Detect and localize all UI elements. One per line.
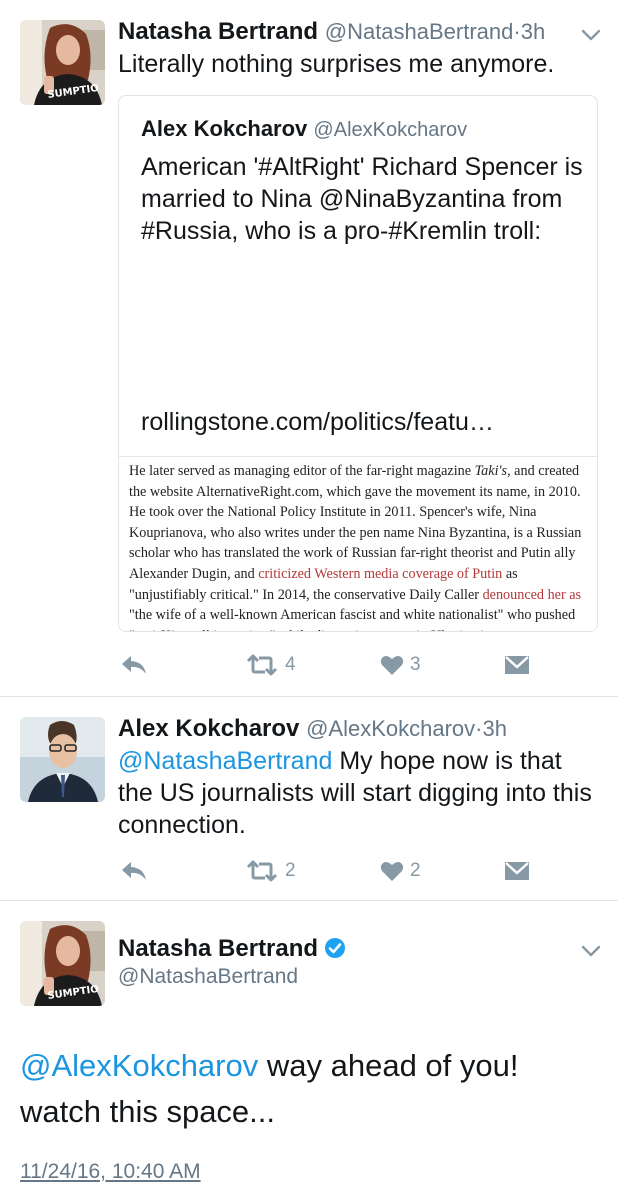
retweet-icon <box>246 654 278 676</box>
tweet-time[interactable]: 3h <box>521 19 545 44</box>
envelope-icon <box>505 862 529 880</box>
verified-badge-icon <box>325 938 346 958</box>
article-screenshot-image[interactable]: He later served as managing editor of th… <box>119 456 597 631</box>
retweet-button[interactable]: 2 <box>245 856 296 886</box>
tweet-1[interactable]: SUMPTIO Natasha Bertrand @NatashaBertran… <box>0 0 618 696</box>
heart-icon <box>380 655 404 675</box>
author-name[interactable]: Natasha Bertrand @NatashaBertrand·3h <box>118 18 545 46</box>
author-name-text[interactable]: Natasha Bertrand <box>118 18 318 45</box>
chevron-down-icon[interactable] <box>580 24 602 46</box>
tweet-text: @NatashaBertrand My hope now is that the… <box>118 745 598 841</box>
mention-link[interactable]: @AlexKokcharov <box>20 1048 258 1083</box>
retweet-button[interactable]: 4 <box>245 650 296 680</box>
like-button[interactable]: 2 <box>380 856 421 886</box>
tweet-text: @AlexKokcharov way ahead of you! watch t… <box>20 1043 600 1135</box>
chevron-down-icon[interactable] <box>580 940 602 962</box>
quoted-text: American '#AltRight' Richard Spencer is … <box>141 153 583 245</box>
article-text: "the wife of a well-known American fasci… <box>129 607 576 631</box>
envelope-icon <box>505 656 529 674</box>
tweet-time[interactable]: 3h <box>482 716 506 741</box>
tweet-2[interactable]: Alex Kokcharov @AlexKokcharov·3h @Natash… <box>0 697 618 900</box>
author-name[interactable]: Alex Kokcharov @AlexKokcharov·3h <box>118 715 507 743</box>
quoted-author[interactable]: Alex Kokcharov @AlexKokcharov <box>141 116 467 142</box>
heart-icon <box>380 861 404 881</box>
tweet-actions: 4 3 <box>118 650 598 680</box>
quoted-url[interactable]: rollingstone.com/politics/featu… <box>141 406 494 438</box>
article-italic: Taki's <box>474 463 508 479</box>
direct-message-button[interactable] <box>504 856 530 886</box>
like-button[interactable]: 3 <box>380 650 421 680</box>
author-handle[interactable]: @AlexKokcharov <box>306 716 475 741</box>
reply-button[interactable] <box>120 650 148 680</box>
article-link: denounced her as <box>482 586 582 603</box>
direct-message-button[interactable] <box>504 650 530 680</box>
retweet-count: 4 <box>285 654 296 675</box>
like-count: 2 <box>410 860 421 881</box>
reply-button[interactable] <box>120 856 148 886</box>
article-excerpt: He later served as managing editor of th… <box>129 461 591 631</box>
author-name-text[interactable]: Alex Kokcharov <box>118 715 299 742</box>
avatar[interactable]: SUMPTIO <box>20 20 105 105</box>
avatar[interactable]: SUMPTIO <box>20 921 105 1006</box>
quoted-author-name: Alex Kokcharov <box>141 116 308 141</box>
tweet-actions: 2 2 <box>118 856 598 886</box>
author-handle[interactable]: @NatashaBertrand <box>118 965 298 989</box>
author-name-text[interactable]: Natasha Bertrand <box>118 935 318 962</box>
article-text: He later served as managing editor of th… <box>129 463 475 479</box>
retweet-count: 2 <box>285 860 296 881</box>
retweet-icon <box>246 860 278 882</box>
article-link: criticized Western media coverage of Put… <box>258 565 503 582</box>
tweet-text: Literally nothing surprises me anymore. <box>118 50 555 78</box>
tweet-timestamp[interactable]: 11/24/16, 10:40 AM <box>20 1160 201 1184</box>
quoted-tweet[interactable]: Alex Kokcharov @AlexKokcharov American '… <box>118 95 598 632</box>
quoted-author-handle: @AlexKokcharov <box>313 119 468 141</box>
mention-link[interactable]: @NatashaBertrand <box>118 747 332 775</box>
avatar[interactable] <box>20 717 105 802</box>
reply-icon <box>122 862 146 880</box>
like-count: 3 <box>410 654 421 675</box>
separator: · <box>513 19 521 44</box>
reply-icon <box>122 656 146 674</box>
author-name[interactable]: Natasha Bertrand <box>118 935 346 963</box>
article-text: , and created the website AlternativeRig… <box>129 463 582 582</box>
author-handle[interactable]: @NatashaBertrand <box>325 19 514 44</box>
